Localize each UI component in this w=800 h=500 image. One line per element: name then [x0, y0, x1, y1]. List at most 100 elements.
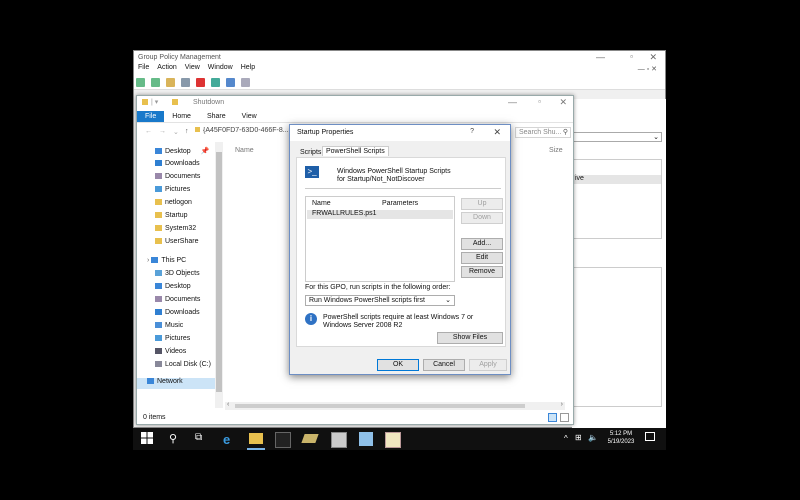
menu-action[interactable]: Action: [157, 64, 176, 71]
volume-icon[interactable]: 🔈: [588, 433, 598, 442]
up-arrow-icon[interactable]: ↑: [185, 128, 189, 135]
down-button[interactable]: Down: [461, 212, 503, 224]
tab-share[interactable]: Share: [199, 111, 234, 122]
refresh-icon[interactable]: [210, 78, 220, 87]
nav-item-pc-documents[interactable]: Documents: [155, 296, 200, 303]
nav-item-pc-desktop[interactable]: Desktop: [155, 283, 191, 290]
large-icons-view-icon[interactable]: [560, 413, 569, 422]
network-tray-icon[interactable]: ⊞: [575, 433, 582, 442]
nav-item-startup[interactable]: Startup: [155, 212, 188, 219]
gpm-dropdown[interactable]: ⌄: [572, 132, 662, 142]
nav-item-usershare[interactable]: UserShare: [155, 238, 198, 245]
back-icon[interactable]: ←: [145, 128, 152, 135]
horizontal-scrollbar[interactable]: ‹ ›: [225, 401, 565, 410]
nav-item-downloads[interactable]: Downloads: [155, 160, 200, 167]
quick-access-toolbar[interactable]: | ▾: [151, 98, 158, 106]
gpm-selected-row[interactable]: ive: [573, 175, 661, 184]
recent-chevron-icon[interactable]: ⌄: [173, 128, 179, 136]
pin-icon: 📌: [200, 148, 210, 155]
add-button[interactable]: Add...: [461, 238, 503, 250]
file-explorer-icon[interactable]: [249, 433, 263, 444]
minimize-icon[interactable]: —: [596, 52, 605, 62]
nav-scrollbar[interactable]: [215, 142, 223, 408]
nav-item-music[interactable]: Music: [155, 322, 183, 329]
nav-item-netlogon[interactable]: netlogon: [155, 199, 192, 206]
help-icon[interactable]: [225, 78, 235, 87]
nav-item-pc-pictures[interactable]: Pictures: [155, 335, 190, 342]
nav-item-local-disk[interactable]: Local Disk (C:): [155, 361, 211, 368]
maximize-icon[interactable]: ▫: [538, 97, 541, 106]
tab-file[interactable]: File: [137, 111, 165, 122]
mdi-controls[interactable]: — ▫ ✕: [638, 65, 657, 73]
delete-icon[interactable]: [195, 78, 205, 87]
help-icon[interactable]: ?: [470, 128, 474, 135]
command-prompt-icon[interactable]: [275, 432, 291, 448]
h-scrollbar-thumb[interactable]: [235, 404, 525, 408]
forward-icon[interactable]: [150, 78, 160, 87]
script-order-select[interactable]: Run Windows PowerShell scripts first ⌄: [305, 295, 455, 306]
edge-icon[interactable]: e: [223, 432, 237, 447]
cancel-button[interactable]: Cancel: [423, 359, 465, 371]
start-button[interactable]: [141, 432, 155, 446]
tray-chevron-icon[interactable]: ^: [564, 434, 568, 443]
scroll-left-icon[interactable]: ‹: [227, 401, 229, 408]
menu-window[interactable]: Window: [208, 64, 233, 71]
nav-label: Documents: [165, 296, 201, 303]
gpm-titlebar[interactable]: Group Policy Management — ▫ ✕: [134, 51, 665, 64]
nav-item-this-pc[interactable]: › This PC: [147, 257, 186, 264]
scripts-list[interactable]: Name Parameters FRWALLRULES.ps1: [305, 196, 455, 282]
details-view-icon[interactable]: [548, 413, 557, 422]
search-icon[interactable]: ⚲: [169, 432, 183, 446]
menu-file[interactable]: File: [138, 64, 149, 71]
search-input[interactable]: Search Shu... ⚲: [515, 127, 571, 138]
close-icon[interactable]: ✕: [493, 127, 501, 138]
apply-button[interactable]: Apply: [469, 359, 507, 371]
minimize-icon[interactable]: —: [508, 97, 517, 107]
maximize-icon[interactable]: ▫: [630, 52, 633, 61]
close-icon[interactable]: ✕: [559, 97, 567, 108]
nav-item-system32[interactable]: System32: [155, 225, 196, 232]
menu-help[interactable]: Help: [241, 64, 255, 71]
nav-item-videos[interactable]: Videos: [155, 348, 186, 355]
column-header-name[interactable]: Name: [312, 200, 331, 207]
column-header-parameters[interactable]: Parameters: [382, 200, 418, 207]
nav-item-pictures[interactable]: Pictures: [155, 186, 190, 193]
tab-view[interactable]: View: [234, 111, 265, 122]
tab-home[interactable]: Home: [164, 111, 199, 122]
gpm-app-icon[interactable]: [301, 434, 319, 443]
menu-view[interactable]: View: [185, 64, 200, 71]
forward-icon[interactable]: →: [159, 128, 166, 135]
column-header-name[interactable]: Name: [235, 147, 254, 154]
notepad-icon[interactable]: [331, 432, 347, 448]
dialog-titlebar[interactable]: Startup Properties ? ✕: [290, 125, 510, 141]
show-files-button[interactable]: Show Files: [437, 332, 503, 344]
nav-item-network[interactable]: Network: [137, 378, 215, 389]
edit-button[interactable]: Edit: [461, 252, 503, 264]
back-icon[interactable]: [136, 78, 145, 87]
tab-scripts[interactable]: Scripts: [297, 148, 324, 157]
clock[interactable]: 5:12 PM 5/19/2023: [605, 430, 637, 446]
folder-up-icon[interactable]: [165, 78, 175, 87]
nav-item-pc-downloads[interactable]: Downloads: [155, 309, 200, 316]
nav-item-desktop[interactable]: Desktop 📌: [155, 147, 209, 155]
script-row[interactable]: FRWALLRULES.ps1: [307, 210, 453, 219]
column-header-size[interactable]: Size: [549, 147, 563, 154]
explorer-titlebar[interactable]: | ▾ Shutdown — ▫ ✕: [137, 96, 573, 110]
folder-icon: [155, 199, 162, 206]
address-bar[interactable]: {A45F0FD7-63D0-466F-8...: [195, 127, 295, 138]
tree-icon[interactable]: [180, 78, 190, 87]
close-icon[interactable]: ✕: [649, 52, 657, 63]
server-manager-icon[interactable]: [359, 432, 373, 446]
remove-button[interactable]: Remove: [461, 266, 503, 278]
up-button[interactable]: Up: [461, 198, 503, 210]
document-icon[interactable]: [385, 432, 401, 448]
nav-item-documents[interactable]: Documents: [155, 173, 200, 180]
notifications-icon[interactable]: [645, 432, 655, 441]
nav-item-3d-objects[interactable]: 3D Objects: [155, 270, 200, 277]
ok-button[interactable]: OK: [377, 359, 419, 371]
scroll-right-icon[interactable]: ›: [561, 401, 563, 408]
properties-icon[interactable]: [240, 78, 250, 87]
nav-scrollbar-thumb[interactable]: [216, 152, 222, 392]
task-view-icon[interactable]: ⧉: [195, 432, 209, 446]
tab-powershell-scripts[interactable]: PowerShell Scripts: [322, 146, 389, 156]
